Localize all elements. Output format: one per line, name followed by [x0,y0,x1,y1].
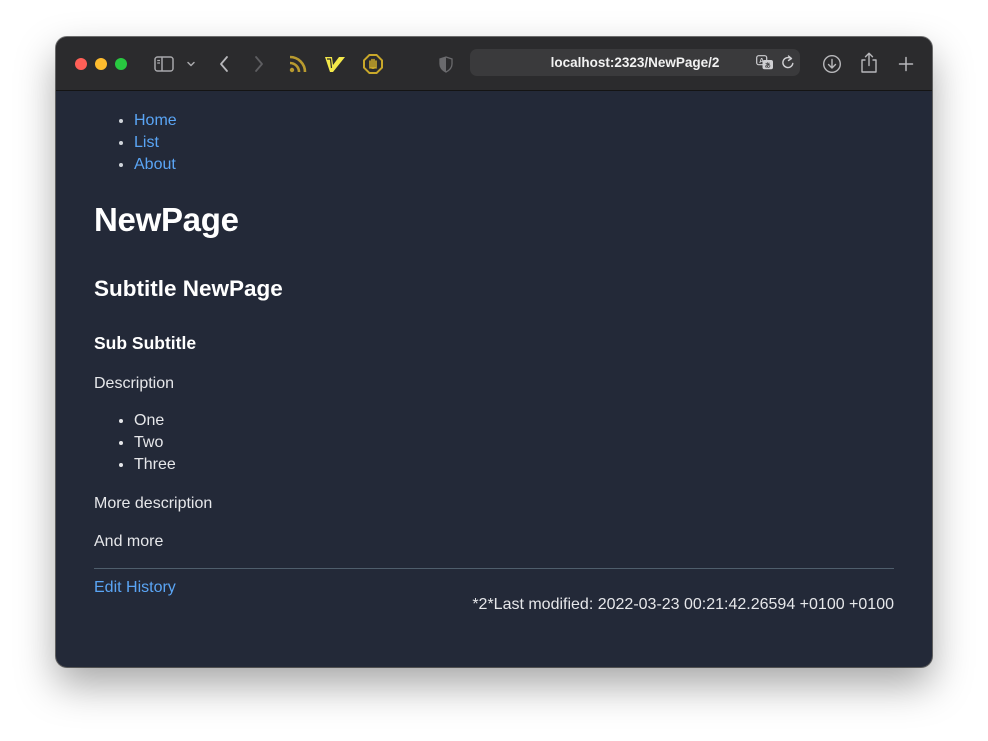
nav-link-about[interactable]: About [134,156,176,173]
share-icon[interactable] [858,51,880,75]
svg-text:あ: あ [765,62,771,70]
browser-toolbar: localhost:2323/NewPage/2 Aあ [56,37,932,91]
address-bar[interactable]: localhost:2323/NewPage/2 Aあ [470,49,800,76]
and-more-text: And more [94,533,164,550]
content-list: One Two Three [94,410,176,476]
downloads-icon[interactable] [821,53,843,75]
nav-item-home: Home [134,110,177,132]
close-window-button[interactable] [75,58,87,70]
list-item: Three [134,454,176,476]
list-item: Two [134,432,176,454]
reload-icon[interactable] [781,55,795,75]
page-subtitle: Subtitle NewPage [94,276,283,301]
sidebar-icon[interactable] [153,53,175,75]
privacy-shield-icon[interactable] [437,53,455,75]
translate-icon[interactable]: Aあ [756,55,774,75]
description-text: Description [94,375,175,392]
vim-extension-icon[interactable] [323,53,347,75]
page-title: NewPage [94,201,239,238]
more-description-text: More description [94,495,213,512]
rss-icon[interactable] [286,53,310,75]
page-sub-subtitle: Sub Subtitle [94,333,197,353]
chevron-down-icon[interactable] [185,53,197,75]
page-content: Home List About NewPage Subtitle NewPage… [56,91,932,667]
site-nav: Home List About [94,110,177,176]
nav-item-about: About [134,154,177,176]
zoom-window-button[interactable] [115,58,127,70]
footer-divider [94,568,894,569]
hand-extension-icon[interactable] [361,53,385,75]
url-text[interactable]: localhost:2323/NewPage/2 [470,49,800,76]
nav-link-list[interactable]: List [134,134,159,151]
nav-link-home[interactable]: Home [134,112,177,129]
minimize-window-button[interactable] [95,58,107,70]
edit-history-link[interactable]: Edit History [94,578,176,598]
list-item: One [134,410,176,432]
last-modified-text: *2*Last modified: 2022-03-23 00:21:42.26… [472,596,894,613]
forward-icon[interactable] [251,53,267,75]
browser-window: localhost:2323/NewPage/2 Aあ Home List Ab… [56,37,932,667]
back-icon[interactable] [216,53,232,75]
new-tab-icon[interactable] [895,53,917,75]
svg-text:A: A [759,58,764,65]
nav-item-list: List [134,132,177,154]
